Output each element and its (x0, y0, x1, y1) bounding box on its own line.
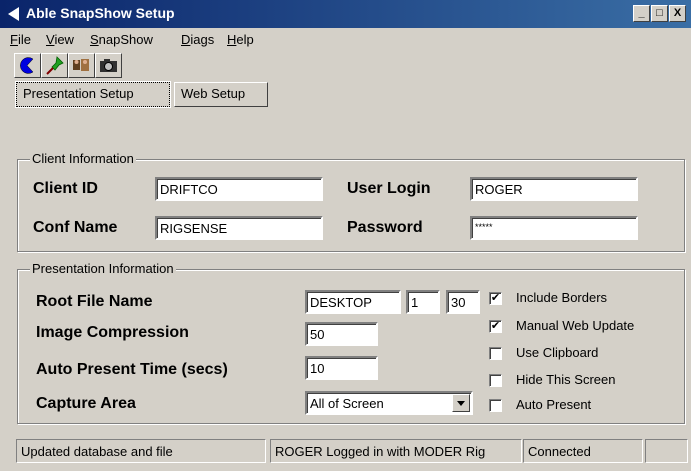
menu-bar: File View SnapShow Diags Help (0, 28, 691, 52)
maximize-button[interactable]: □ (651, 5, 668, 22)
app-window: Able SnapShow Setup _ □ X File View Snap… (0, 0, 691, 471)
use-clipboard-checkbox[interactable] (489, 347, 502, 360)
capture-area-value: All of Screen (310, 396, 384, 411)
auto-present-time-field[interactable]: 10 (305, 356, 378, 380)
auto-present-time-label: Auto Present Time (secs) (36, 361, 228, 378)
menu-view[interactable]: View (46, 32, 74, 47)
tab-web-setup[interactable]: Web Setup (174, 82, 268, 107)
camera-icon[interactable] (95, 53, 122, 78)
status-extra (645, 439, 688, 463)
root-file-name-field[interactable]: DESKTOP (305, 290, 401, 314)
people-icon[interactable] (68, 53, 95, 78)
menu-file[interactable]: File (10, 32, 31, 47)
image-compression-field[interactable]: 50 (305, 322, 378, 346)
status-login: ROGER Logged in with MODER Rig (270, 439, 522, 463)
conf-name-field[interactable]: RIGSENSE (155, 216, 323, 240)
capture-area-label: Capture Area (36, 395, 136, 412)
client-id-field[interactable]: DRIFTCO (155, 177, 323, 201)
title-bar[interactable]: Able SnapShow Setup _ □ X (0, 0, 691, 28)
root-file-start-field[interactable]: 1 (406, 290, 440, 314)
close-button[interactable]: X (669, 5, 686, 22)
chevron-down-icon[interactable] (452, 394, 470, 412)
menu-help[interactable]: Help (227, 32, 254, 47)
password-field[interactable]: ***** (470, 216, 638, 240)
client-information-title: Client Information (30, 151, 136, 166)
status-bar: Updated database and file ROGER Logged i… (0, 439, 691, 465)
image-compression-label: Image Compression (36, 324, 189, 341)
status-connection: Connected (523, 439, 643, 463)
pacman-icon[interactable] (14, 53, 41, 78)
tab-presentation-setup[interactable]: Presentation Setup (15, 81, 171, 108)
use-clipboard-label: Use Clipboard (516, 345, 599, 360)
auto-present-label: Auto Present (516, 397, 592, 412)
client-id-label: Client ID (33, 180, 98, 197)
auto-present-checkbox[interactable] (489, 399, 502, 412)
root-file-end-field[interactable]: 30 (446, 290, 480, 314)
pushpin-icon[interactable] (41, 53, 68, 78)
menu-diags[interactable]: Diags (181, 32, 214, 47)
status-message: Updated database and file (16, 439, 266, 463)
password-label: Password (347, 219, 423, 236)
user-login-label: User Login (347, 180, 431, 197)
include-borders-label: Include Borders (516, 290, 608, 305)
root-file-name-label: Root File Name (36, 293, 153, 310)
minimize-button[interactable]: _ (633, 5, 650, 22)
capture-area-select[interactable]: All of Screen (305, 391, 473, 415)
app-arrow-icon (8, 7, 19, 21)
presentation-information-title: Presentation Information (30, 261, 176, 276)
hide-this-screen-label: Hide This Screen (516, 372, 616, 387)
conf-name-label: Conf Name (33, 219, 118, 236)
user-login-field[interactable]: ROGER (470, 177, 638, 201)
window-title: Able SnapShow Setup (26, 5, 175, 21)
manual-web-update-label: Manual Web Update (516, 318, 635, 333)
manual-web-update-checkbox[interactable]: ✔ (489, 320, 502, 333)
menu-snapshow[interactable]: SnapShow (90, 32, 153, 47)
include-borders-checkbox[interactable]: ✔ (489, 292, 502, 305)
hide-this-screen-checkbox[interactable] (489, 374, 502, 387)
